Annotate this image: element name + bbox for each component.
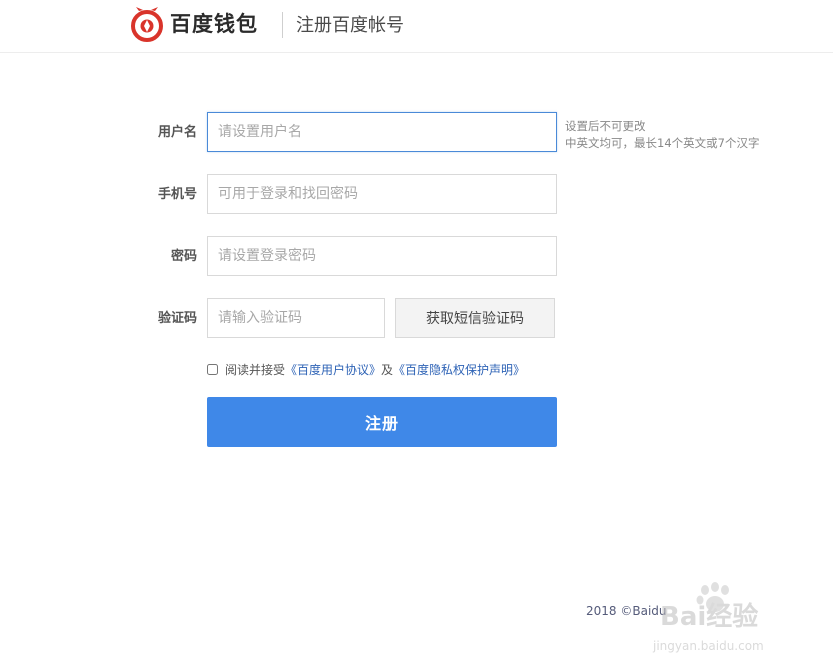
header: 百度钱包 注册百度帐号 — [0, 0, 833, 53]
privacy-policy-link[interactable]: 《百度隐私权保护声明》 — [393, 361, 525, 378]
user-agreement-link[interactable]: 《百度用户协议》 — [285, 361, 381, 378]
password-input[interactable] — [207, 236, 557, 276]
phone-label: 手机号 — [157, 187, 197, 202]
page-title: 注册百度帐号 — [296, 15, 404, 36]
agreement-conjunction: 及 — [381, 362, 394, 377]
header-divider — [282, 12, 283, 38]
username-hint: 设置后不可更改 中英文均可，最长14个英文或7个汉字 — [565, 118, 759, 152]
phone-input[interactable] — [207, 174, 557, 214]
username-hint-line1: 设置后不可更改 — [565, 119, 646, 133]
captcha-input[interactable] — [207, 298, 385, 338]
baidu-paw-watermark-icon: Bai经验 jingyan.baidu.com — [652, 582, 764, 653]
agreement-checkbox[interactable] — [207, 363, 218, 375]
username-label: 用户名 — [157, 125, 197, 140]
captcha-label: 验证码 — [157, 311, 197, 326]
watermark-text: Bai经验 — [660, 601, 758, 632]
register-page: 百度钱包 注册百度帐号 用户名 设置后不可更改 中英文均可，最长14个英文或7个… — [0, 0, 833, 672]
username-hint-line2: 中英文均可，最长14个英文或7个汉字 — [565, 136, 760, 150]
register-button[interactable]: 注册 — [207, 397, 557, 447]
username-input[interactable] — [207, 112, 557, 152]
baidu-wallet-logo-icon — [131, 7, 163, 42]
get-sms-code-button[interactable]: 获取短信验证码 — [395, 298, 555, 338]
agreement-row: 阅读并接受 《百度用户协议》 及 《百度隐私权保护声明》 — [207, 359, 525, 379]
brand-name: 百度钱包 — [170, 12, 258, 36]
agreement-prefix: 阅读并接受 — [225, 362, 286, 377]
password-label: 密码 — [170, 249, 197, 264]
watermark-url: jingyan.baidu.com — [652, 639, 764, 653]
